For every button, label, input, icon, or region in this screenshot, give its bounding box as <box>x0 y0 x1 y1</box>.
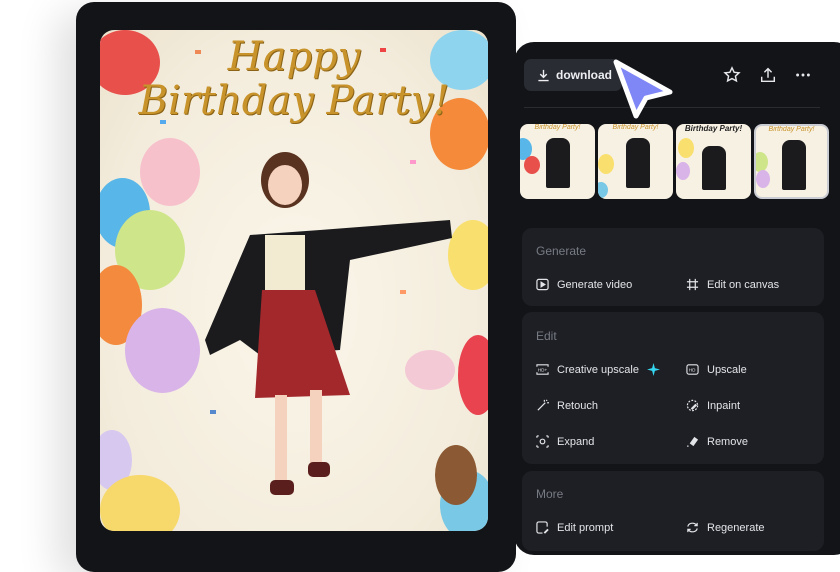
edit-section: Edit HD+ Creative upscale HD Upscale Ret… <box>522 312 824 464</box>
section-title: Edit <box>536 329 557 343</box>
thumbnail-2[interactable]: Birthday Party! <box>598 124 673 199</box>
generate-video-button[interactable]: Generate video <box>536 278 632 291</box>
inpaint-icon <box>686 399 699 412</box>
section-title: Generate <box>536 244 587 258</box>
star-icon[interactable] <box>723 66 741 84</box>
poster-title-line1: Happy <box>227 34 361 80</box>
thumbnail-1[interactable]: Birthday Party! <box>520 124 595 199</box>
edit-on-canvas-button[interactable]: Edit on canvas <box>686 278 779 291</box>
section-title: More <box>536 487 564 501</box>
play-video-icon <box>536 278 549 291</box>
item-label: Upscale <box>707 363 747 376</box>
item-label: Inpaint <box>707 399 741 412</box>
hd-icon: HD <box>686 364 699 375</box>
thumbnail-caption: Birthday Party! <box>534 124 581 131</box>
thumbnail-3[interactable]: Birthday Party! <box>676 124 751 199</box>
svg-text:HD: HD <box>689 367 696 372</box>
balloon <box>140 138 200 206</box>
hd-plus-icon: HD+ <box>536 364 549 375</box>
remove-button[interactable]: Remove <box>686 435 748 448</box>
more-section: More Edit prompt Regenerate <box>522 471 824 551</box>
item-label: Creative upscale <box>557 363 639 376</box>
generate-section: Generate Generate video Edit on canvas <box>522 228 824 306</box>
pointer-cursor-icon <box>613 59 673 119</box>
magic-wand-icon <box>537 399 549 411</box>
refresh-icon <box>687 522 698 533</box>
more-icon[interactable] <box>794 66 812 84</box>
download-label: download <box>556 68 612 82</box>
thumbnail-caption: Birthday Party! <box>612 124 659 131</box>
thumbnail-caption: Birthday Party! <box>684 124 743 133</box>
flowers <box>405 350 455 390</box>
eraser-icon <box>687 436 699 447</box>
teddy-bear <box>435 445 477 505</box>
item-label: Retouch <box>557 399 598 412</box>
item-label: Edit on canvas <box>707 278 780 291</box>
regenerate-button[interactable]: Regenerate <box>686 521 765 534</box>
thumbnail-caption: Birthday Party! <box>768 126 815 133</box>
balloon <box>458 335 488 415</box>
thumbnail-4-selected[interactable]: Birthday Party! <box>754 124 829 199</box>
item-label: Expand <box>557 435 595 448</box>
expand-icon <box>536 435 549 448</box>
edit-prompt-button[interactable]: Edit prompt <box>536 521 613 534</box>
balloon <box>100 475 180 531</box>
sparkle-icon <box>646 363 660 376</box>
download-icon <box>538 69 549 81</box>
poster-title-line2: Birthday Party! <box>138 78 450 124</box>
retouch-button[interactable]: Retouch <box>536 399 598 412</box>
item-label: Generate video <box>557 278 633 291</box>
edit-prompt-icon <box>536 521 549 534</box>
item-label: Edit prompt <box>557 521 614 534</box>
balloon <box>125 308 200 393</box>
item-label: Regenerate <box>707 521 765 534</box>
upscale-button[interactable]: HD Upscale <box>686 363 747 376</box>
creative-upscale-button[interactable]: HD+ Creative upscale <box>536 363 660 376</box>
girl-figure <box>205 152 452 495</box>
item-label: Remove <box>707 435 748 448</box>
inpaint-button[interactable]: Inpaint <box>686 399 740 412</box>
share-icon[interactable] <box>759 66 777 84</box>
generated-image[interactable]: Happy Birthday Party! <box>100 30 488 531</box>
expand-button[interactable]: Expand <box>536 435 594 448</box>
svg-text:HD+: HD+ <box>538 367 548 372</box>
crop-canvas-icon <box>686 278 699 291</box>
